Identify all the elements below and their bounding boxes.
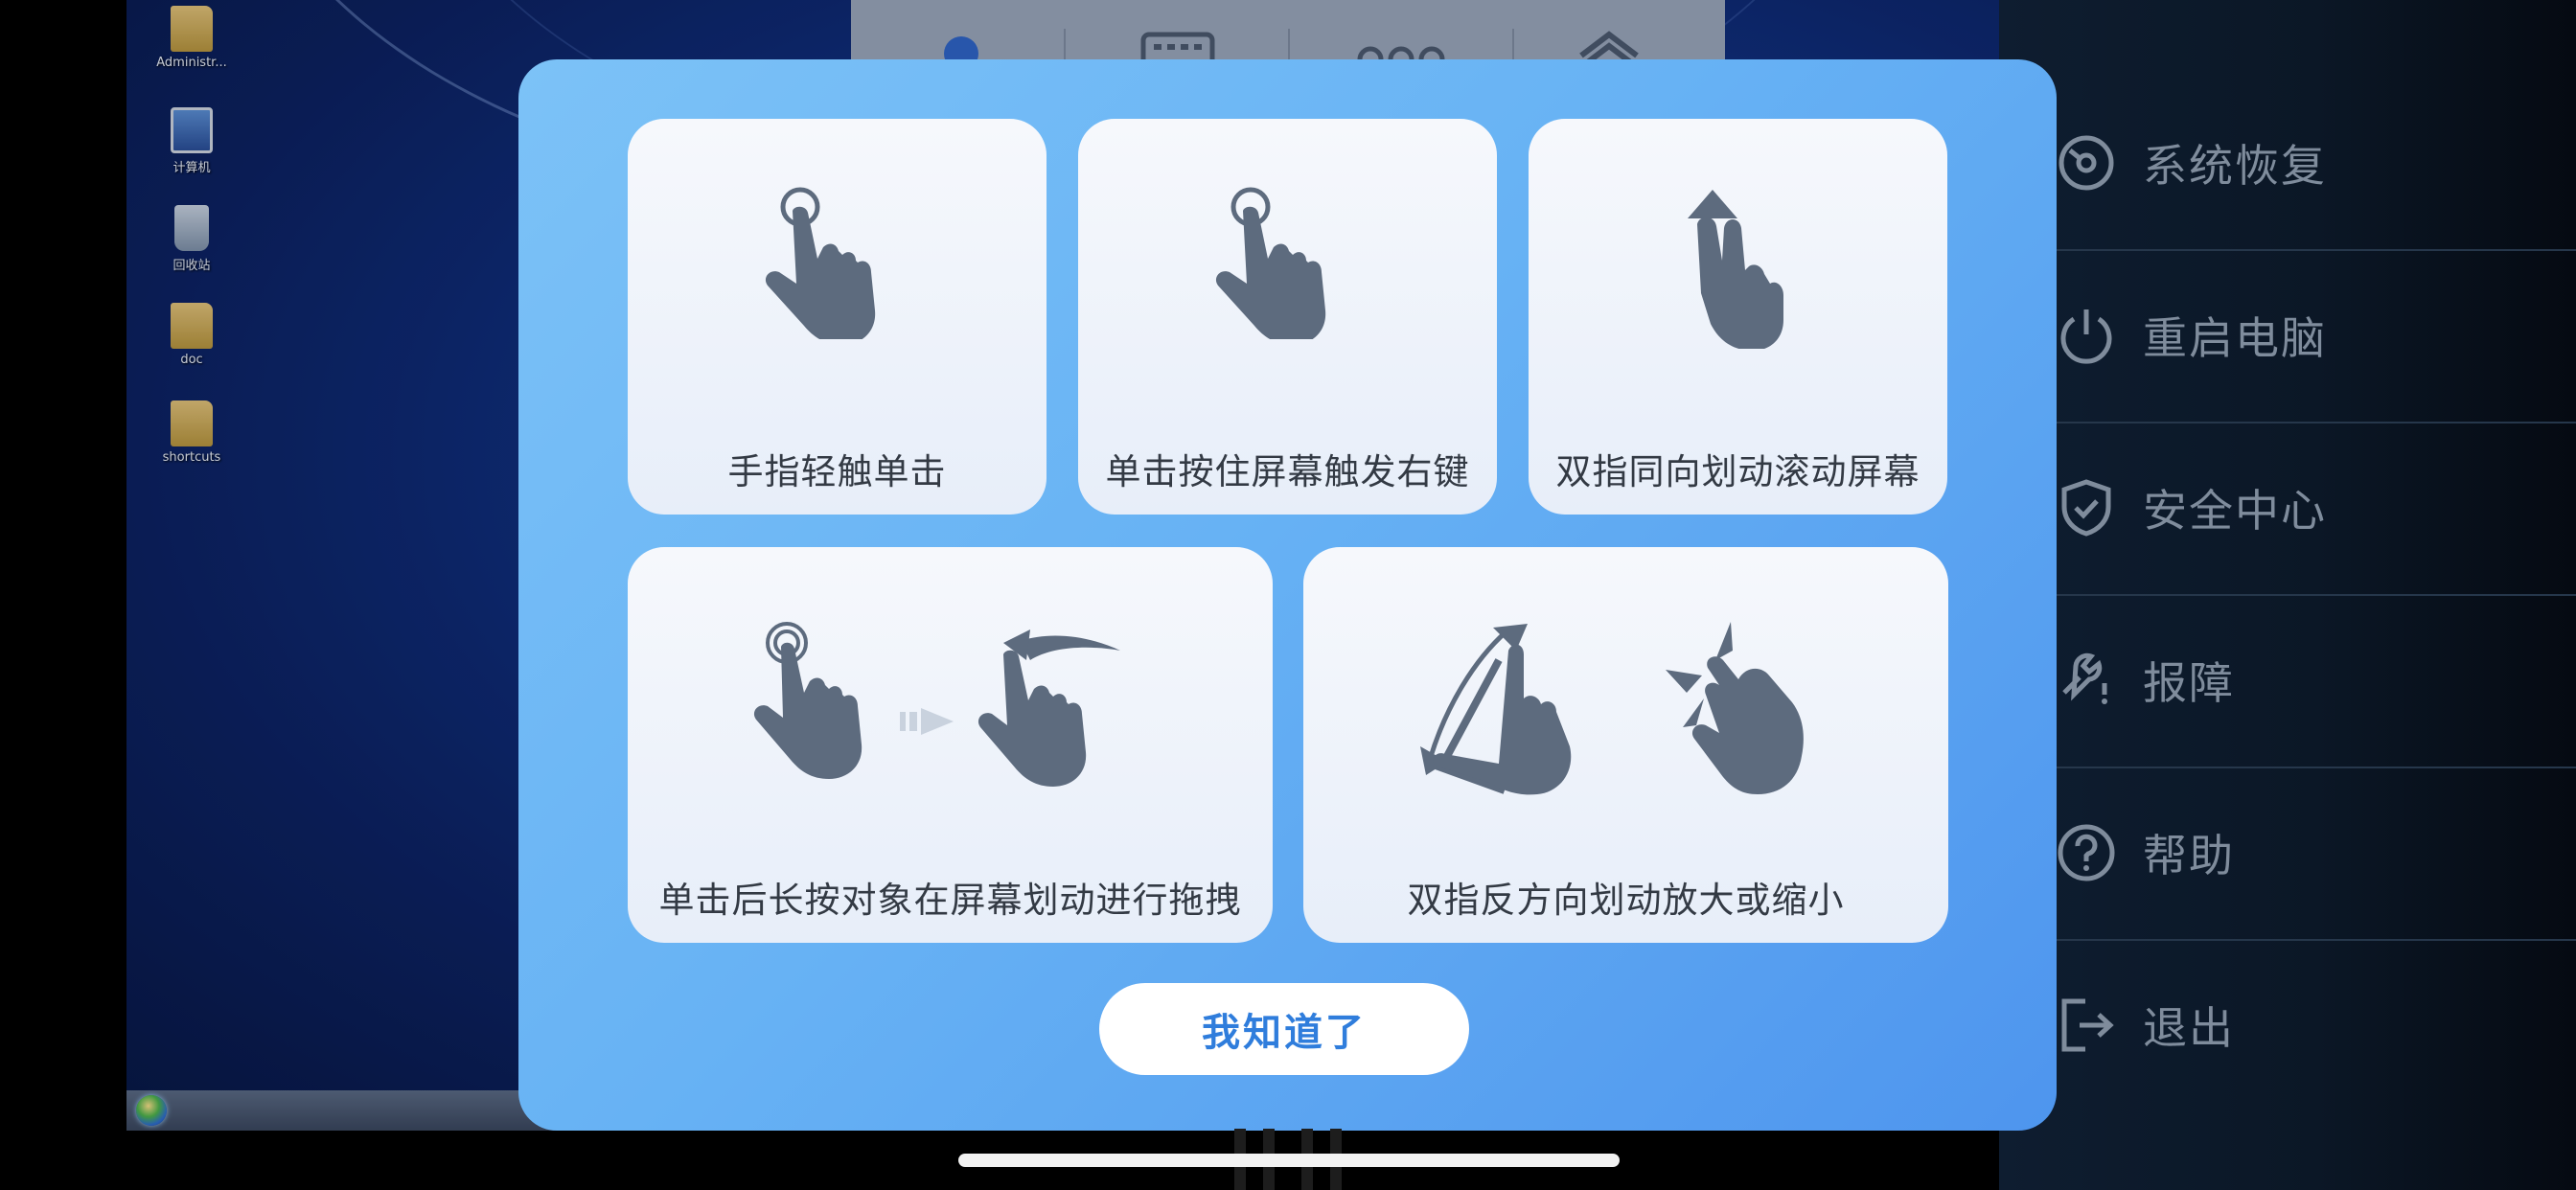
gesture-caption: 单击后长按对象在屏幕划动进行拖拽: [658, 880, 1242, 921]
wrench-alert-icon: [2057, 651, 2116, 710]
gesture-card-two-finger-scroll: 双指同向划动滚动屏幕: [1529, 119, 1947, 515]
menu-item-exit[interactable]: 退出: [2057, 939, 2576, 1111]
gesture-caption: 双指反方向划动放大或缩小: [1407, 880, 1845, 921]
menu-item-label: 安全中心: [2143, 485, 2327, 537]
menu-item-label: 重启电脑: [2143, 312, 2327, 364]
side-menu: 系统恢复 重启电脑 安全中心 报障 帮助 退出: [1999, 0, 2576, 1190]
gesture-card-press-hold: 单击按住屏幕触发右键: [1078, 119, 1497, 515]
menu-item-restart[interactable]: 重启电脑: [2057, 249, 2576, 422]
shield-icon: [2057, 478, 2116, 538]
two-finger-scroll-gesture-icon: [1688, 190, 1783, 349]
system-restore-icon: [2057, 133, 2116, 193]
gesture-card-pinch-zoom: 双指反方向划动放大或缩小: [1303, 547, 1948, 943]
power-icon: [2057, 306, 2116, 365]
gesture-caption: 单击按住屏幕触发右键: [1105, 451, 1470, 492]
menu-item-label: 帮助: [2143, 830, 2235, 881]
menu-item-help[interactable]: 帮助: [2057, 767, 2576, 939]
gesture-caption: 手指轻触单击: [727, 451, 947, 492]
menu-item-system-restore[interactable]: 系统恢复: [2057, 77, 2576, 249]
menu-item-label: 报障: [2143, 657, 2235, 709]
help-icon: [2057, 823, 2116, 882]
gesture-caption: 双指同向划动滚动屏幕: [1555, 451, 1920, 492]
exit-icon: [2057, 995, 2116, 1055]
drag-gesture-icon: [753, 622, 1120, 787]
gesture-guide-dialog: 手指轻触单击 单击按住屏幕触发右键 双指同向划动滚动屏幕 单击后长按对象在屏幕划…: [518, 59, 2057, 1131]
menu-item-report-fault[interactable]: 报障: [2057, 594, 2576, 767]
tap-gesture-icon: [765, 187, 876, 339]
home-indicator[interactable]: [958, 1154, 1620, 1167]
gesture-card-tap: 手指轻触单击: [628, 119, 1046, 515]
pinch-zoom-gesture-icon: [1420, 622, 1804, 795]
screen: Administr... 计算机 回收站 doc shortcuts 系统恢复 …: [0, 0, 2576, 1190]
press-hold-gesture-icon: [1215, 187, 1326, 339]
menu-item-security-center[interactable]: 安全中心: [2057, 422, 2576, 594]
gesture-card-drag: 单击后长按对象在屏幕划动进行拖拽: [628, 547, 1273, 943]
menu-item-label: 退出: [2143, 1002, 2235, 1054]
menu-item-label: 系统恢复: [2143, 140, 2327, 192]
acknowledge-button[interactable]: 我知道了: [1099, 983, 1469, 1075]
